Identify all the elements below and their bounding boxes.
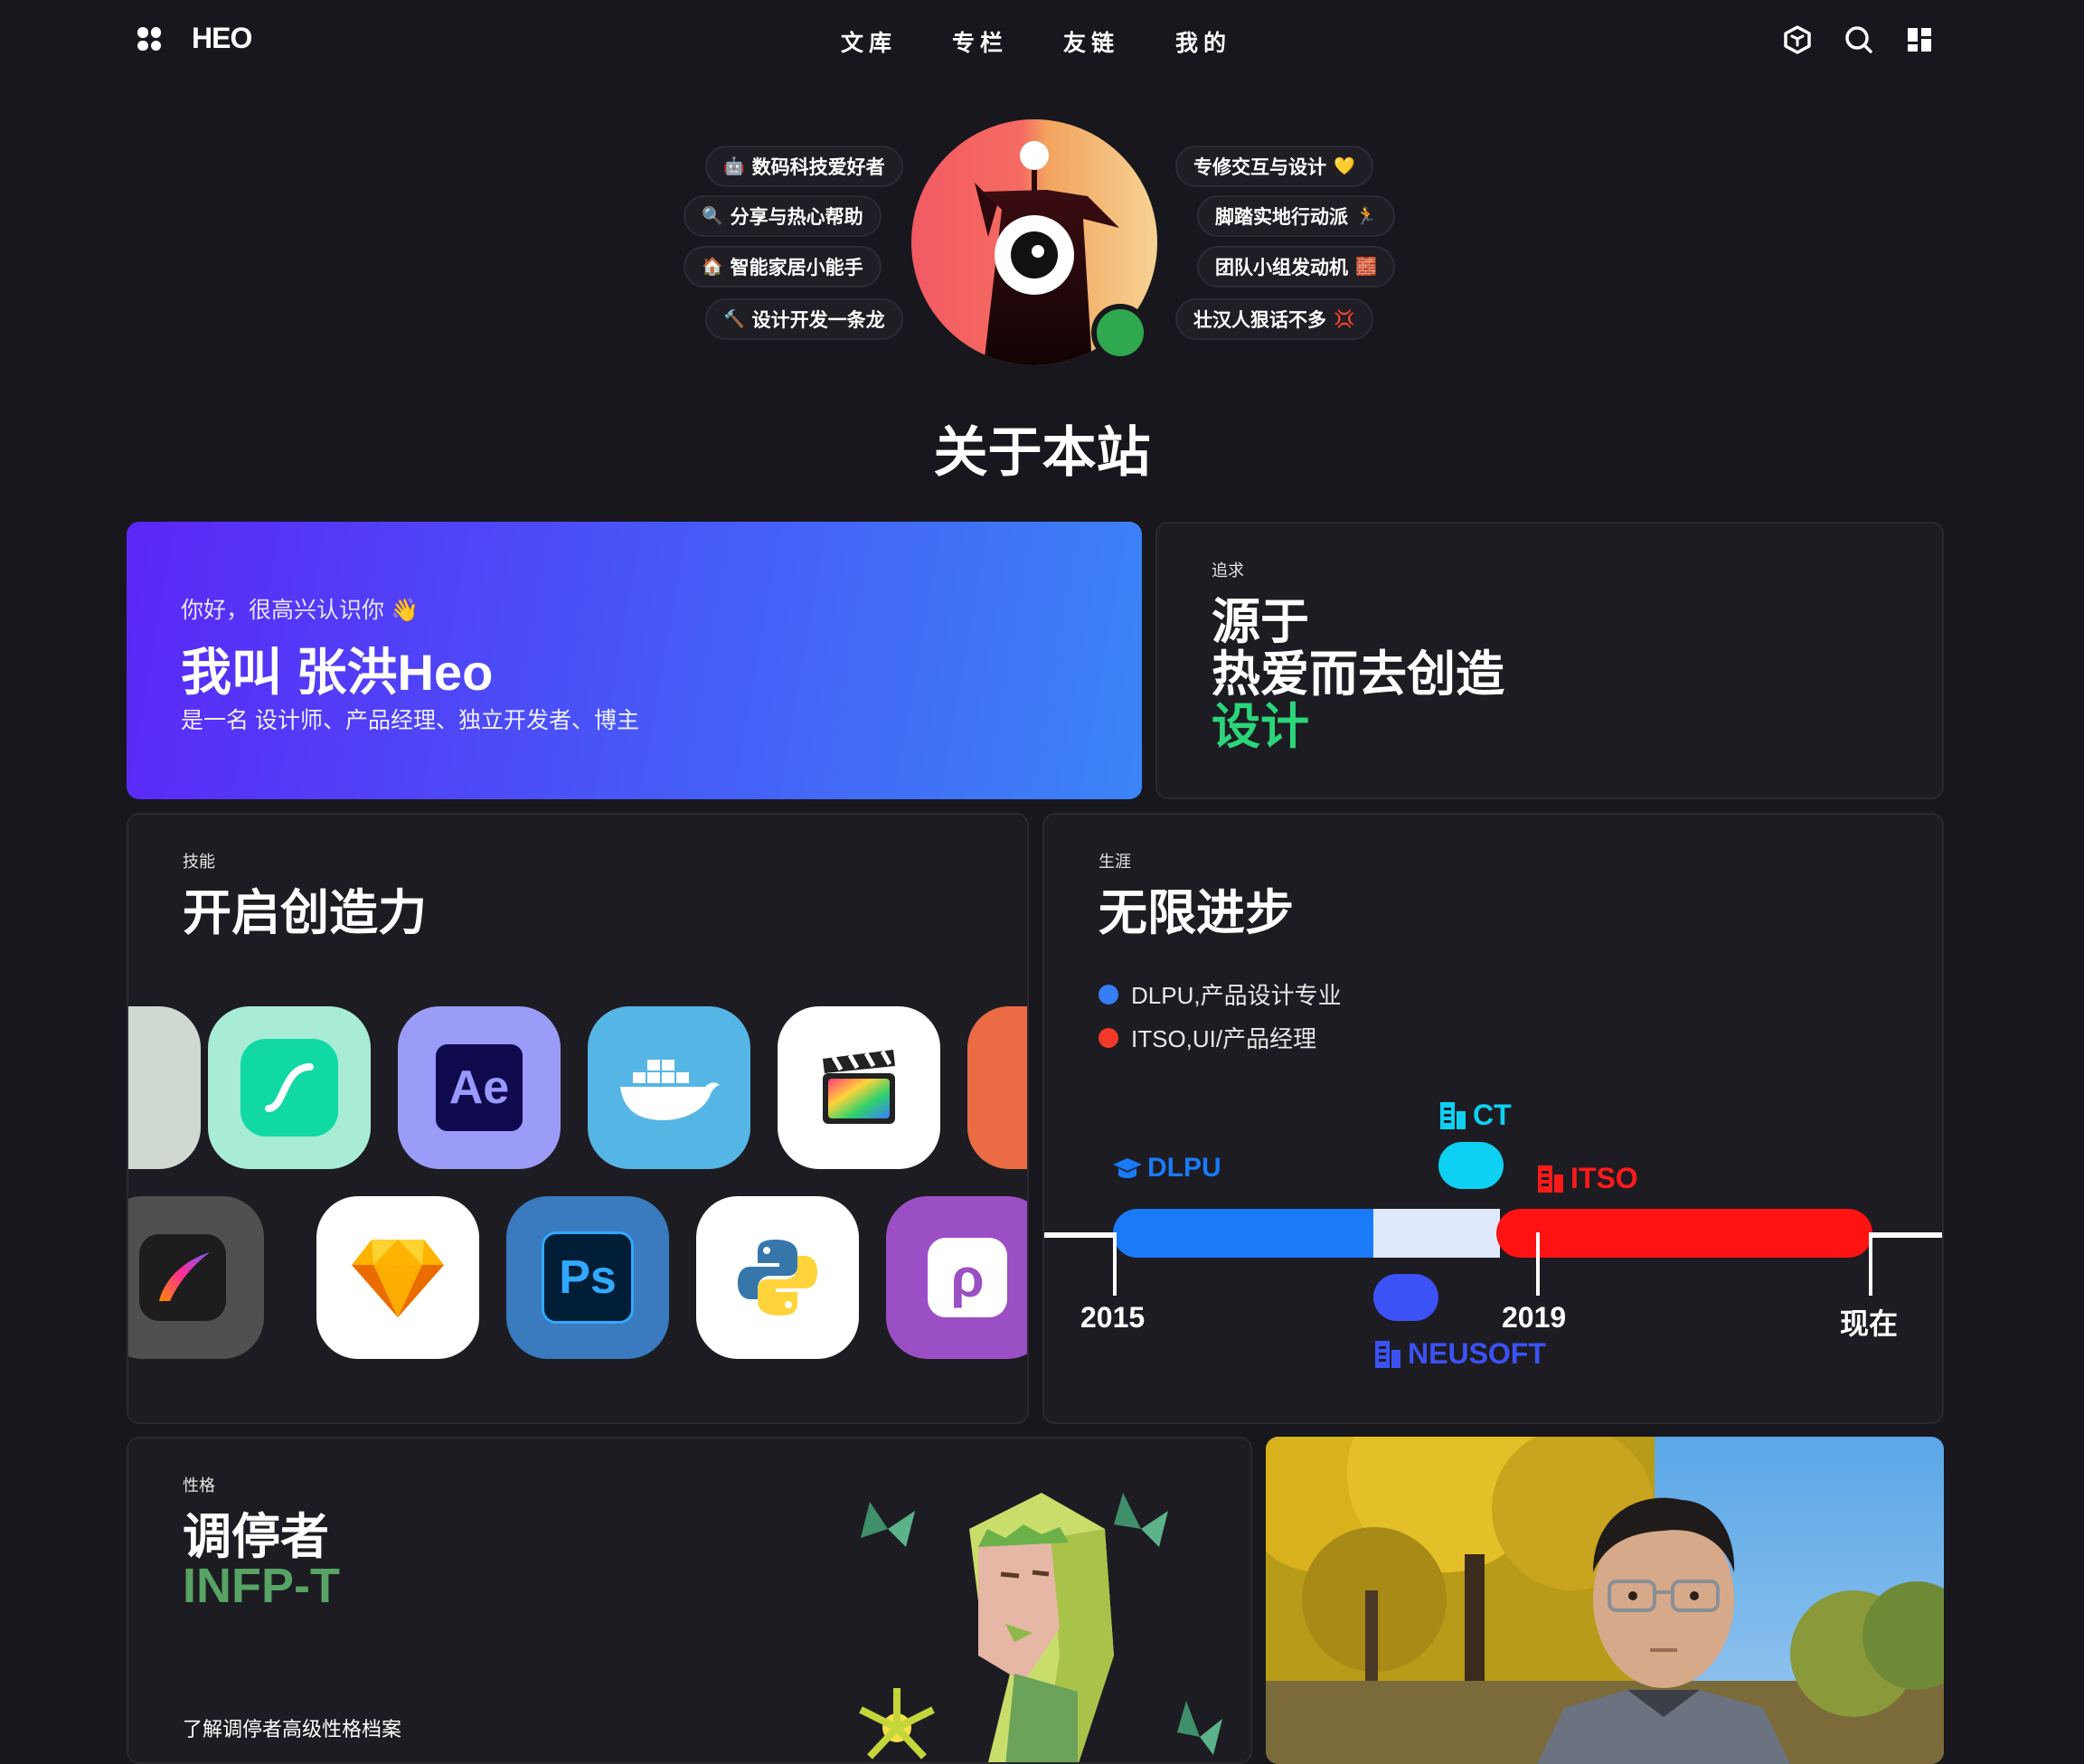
app-icon-picgo: ρ [886,1196,1027,1359]
personality-title: 调停者 [183,1510,329,1564]
card-label: 技能 [183,853,215,871]
legend-item-dlpu: DLPU,产品设计专业 [1099,977,1342,1011]
card-label: 生涯 [1099,853,1131,871]
curve-icon [265,1063,314,1112]
card-label: 性格 [183,1476,215,1495]
org-itso: ITSO [1536,1162,1638,1195]
app-icon-after-effects: Ae [398,1006,561,1169]
graduation-cap-icon [1113,1158,1142,1178]
dashboard-icon[interactable] [1903,24,1936,56]
clapperboard-icon [823,1050,895,1124]
org-dlpu: DLPU [1111,1153,1221,1184]
nav-item-library[interactable]: 文库 [841,25,897,58]
app-icon-swift [967,1006,1027,1169]
search-icon[interactable] [1843,24,1875,56]
card-label: 追求 [1212,561,1244,580]
skills-title: 开启创造力 [183,886,427,940]
python-logo-icon [738,1240,817,1316]
tag-digital: 🤖 数码科技爱好者 [705,146,903,187]
legend-item-itso: ITSO,UI/产品经理 [1099,1021,1316,1054]
app-icon-sketch [316,1196,479,1359]
building-icon [1375,1340,1400,1368]
diamond-icon [352,1240,444,1317]
nav-item-me[interactable]: 我的 [1175,25,1231,58]
tag-team: 团队小组发动机 🧱 [1197,246,1395,288]
tick-2015 [1113,1232,1117,1296]
personality-link[interactable]: 了解调停者高级性格档案 [183,1713,401,1742]
online-status-dot [1091,304,1149,362]
photo-card [1266,1437,1944,1764]
bubble-ct [1438,1142,1504,1189]
mediator-illustration [859,1493,1222,1762]
page-title: 关于本站 [933,422,1151,483]
cube-icon[interactable] [1781,24,1814,56]
hello-card: 你好，很高兴认识你 👋 我叫 张洪Heo 是一名 设计师、产品经理、独立开发者、… [127,522,1142,799]
app-icon-photoshop: Ps [506,1196,669,1359]
bar-neusoft [1373,1209,1500,1258]
greeting: 你好，很高兴认识你 👋 [181,598,420,623]
career-title: 无限进步 [1099,886,1294,940]
legend-dot [1099,1027,1118,1048]
docker-whale-icon [620,1060,720,1120]
tag-design-dev: 🔨 设计开发一条龙 [705,298,903,340]
personality-type: INFP-T [183,1559,340,1613]
org-ct: CT [1438,1099,1512,1132]
app-icon-python [696,1196,859,1359]
year-now: 现在 [1840,1307,1899,1340]
pursuit-line-1: 源于 [1212,595,1309,649]
logo-grid-icon[interactable] [137,27,161,51]
bar-itso [1496,1209,1872,1258]
app-icon-procreate [128,1196,264,1359]
top-nav: HEO 文库 专栏 友链 我的 [0,0,2084,81]
app-icon-partial [128,1006,201,1169]
app-icon-final-cut [778,1006,940,1169]
portrait-photo [1266,1437,1944,1764]
tick-2019 [1536,1232,1540,1296]
site-logo[interactable]: HEO [192,22,252,55]
tag-strong: 壮汉人狠话不多 💢 [1175,298,1373,340]
app-icon-framer [208,1006,371,1169]
legend-dot [1099,984,1118,1005]
tag-interaction: 专修交互与设计 💛 [1175,146,1373,187]
name-heading: 我叫 张洪Heo [181,644,494,701]
building-icon [1440,1101,1466,1129]
brush-stroke-icon [159,1252,210,1301]
app-icon-docker [588,1006,750,1169]
career-card: 生涯 无限进步 DLPU,产品设计专业 ITSO,UI/产品经理 2015 20… [1042,813,1944,1424]
personality-card: 性格 调停者 INFP-T 了解调停者高级性格档案 [127,1437,1252,1764]
skills-card: 技能 开启创造力 Ae Ps ρ [127,813,1029,1424]
nav-item-friends[interactable]: 友链 [1063,25,1119,58]
pursuit-line-3: 设计 [1212,700,1309,754]
tag-smart-home: 🏠 智能家居小能手 [684,246,882,288]
pursuit-line-2: 热爱而去创造 [1212,647,1504,702]
pursuit-card: 追求 源于 热爱而去创造 设计 [1155,522,1944,799]
org-neusoft: NEUSOFT [1373,1337,1546,1371]
building-icon [1538,1165,1563,1193]
year-2015: 2015 [1080,1301,1146,1334]
nav-item-columns[interactable]: 专栏 [952,25,1008,58]
year-2019: 2019 [1502,1301,1567,1334]
bar-dlpu [1113,1209,1375,1258]
tick-now [1869,1232,1872,1296]
tag-action: 脚踏实地行动派 🏃 [1197,195,1395,237]
role-description: 是一名 设计师、产品经理、独立开发者、博主 [181,708,639,733]
bubble-neusoft [1373,1274,1438,1321]
tag-sharing: 🔍 分享与热心帮助 [684,195,882,237]
